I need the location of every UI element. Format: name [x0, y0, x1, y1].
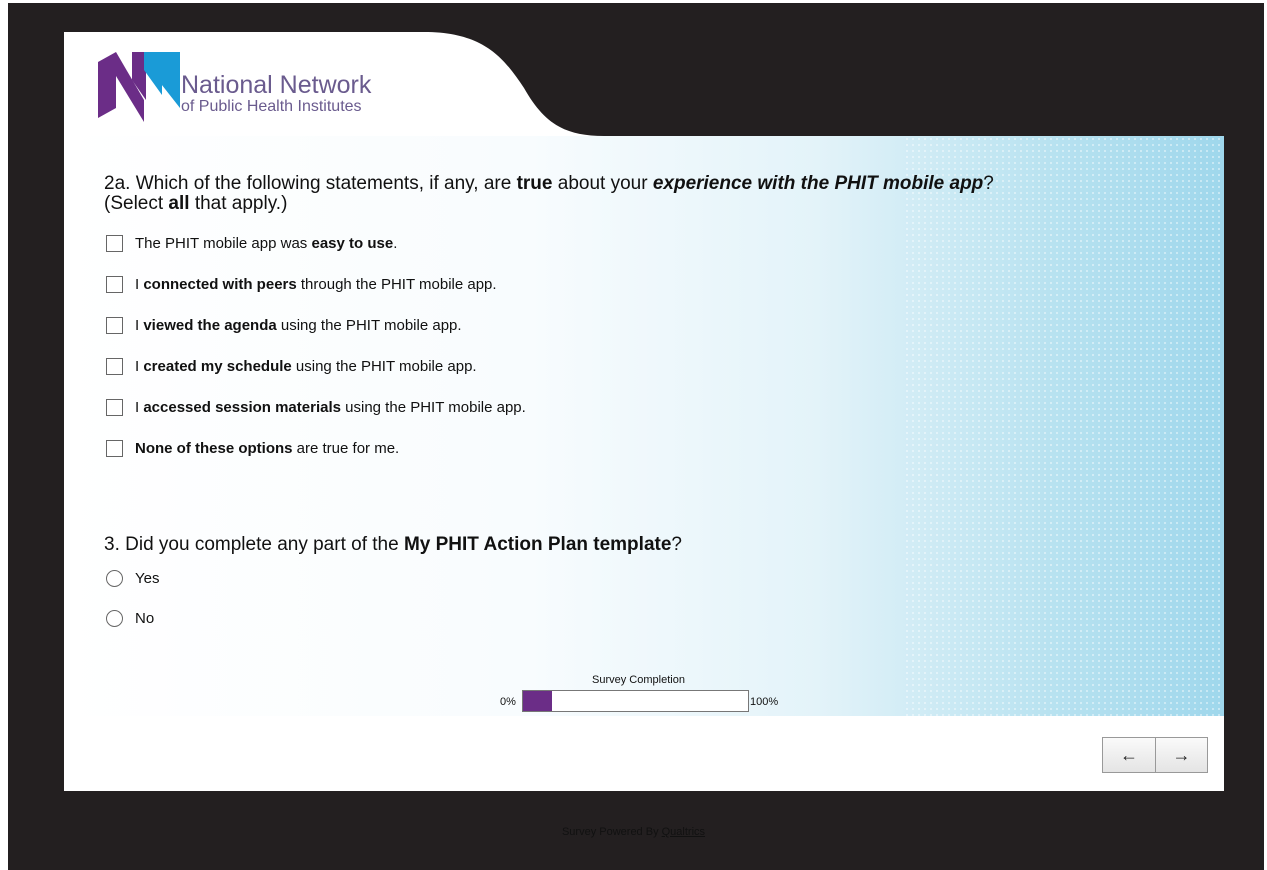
window-edge-left — [0, 0, 8, 870]
powered-by-footer: Survey Powered By Qualtrics — [0, 826, 1267, 838]
radio-button[interactable] — [106, 609, 123, 627]
question-3-text: 3. Did you complete any part of the My P… — [104, 535, 682, 555]
nav-button-group: ← → — [1102, 737, 1208, 773]
checkbox[interactable] — [106, 275, 123, 293]
progress-fill — [523, 691, 553, 711]
nnphi-logo: National Network of Public Health Instit… — [96, 50, 436, 130]
q2a-text-part: ? — [983, 173, 994, 194]
q2a-option-accessed-materials[interactable]: I accessed session materials using the P… — [106, 397, 526, 417]
progress-min-label: 0% — [500, 696, 516, 708]
qualtrics-link[interactable]: Qualtrics — [662, 826, 705, 838]
q3-option-no[interactable]: No — [106, 608, 154, 628]
checkbox[interactable] — [106, 398, 123, 416]
q2a-option-none[interactable]: None of these options are true for me. — [106, 438, 399, 458]
option-label: No — [135, 609, 155, 627]
q2a-text-bold: true — [516, 173, 553, 194]
q3-text-part: 3. Did you complete any part of the — [104, 534, 404, 555]
q2a-option-easy-to-use[interactable]: The PHIT mobile app was easy to use. — [106, 233, 397, 253]
nnphi-logo-text: National Network of Public Health Instit… — [181, 72, 371, 116]
q2a-instruction-part: that apply.) — [189, 193, 288, 214]
q3-option-yes[interactable]: Yes — [106, 568, 159, 588]
option-label: I created my schedule using the PHIT mob… — [135, 357, 477, 375]
checkbox[interactable] — [106, 316, 123, 334]
q2a-text-emphasis: experience with the PHIT mobile app — [652, 173, 984, 194]
next-button[interactable]: → — [1155, 738, 1207, 772]
checkbox[interactable] — [106, 439, 123, 457]
checkbox[interactable] — [106, 234, 123, 252]
progress-label: Survey Completion — [592, 674, 685, 686]
q2a-instruction-bold: all — [168, 193, 190, 214]
q2a-option-connected-with-peers[interactable]: I connected with peers through the PHIT … — [106, 274, 497, 294]
q2a-text-part: 2a. Which of the following statements, i… — [104, 173, 517, 194]
q2a-option-viewed-agenda[interactable]: I viewed the agenda using the PHIT mobil… — [106, 315, 462, 335]
option-label: I viewed the agenda using the PHIT mobil… — [135, 316, 462, 334]
progress-bar — [522, 690, 749, 712]
survey-header: National Network of Public Health Instit… — [64, 28, 1224, 136]
window-edge-top — [0, 0, 1267, 3]
option-label: The PHIT mobile app was easy to use. — [135, 234, 398, 252]
q2a-text-part: about your — [552, 173, 653, 194]
option-label: None of these options are true for me. — [135, 439, 400, 457]
navigation-area: ← → — [64, 716, 1224, 791]
question-2a-text: 2a. Which of the following statements, i… — [104, 174, 1184, 214]
decorative-pattern — [904, 136, 1224, 716]
q3-text-part: ? — [671, 534, 682, 555]
q2a-instruction-part: (Select — [104, 193, 169, 214]
progress-max-label: 100% — [750, 696, 779, 708]
survey-body: 2a. Which of the following statements, i… — [64, 136, 1224, 716]
q2a-option-created-schedule[interactable]: I created my schedule using the PHIT mob… — [106, 356, 477, 376]
option-label: Yes — [135, 569, 160, 587]
q3-text-bold: My PHIT Action Plan template — [403, 534, 672, 555]
logo-name-line2: of Public Health Institutes — [181, 98, 362, 115]
option-label: I accessed session materials using the P… — [135, 398, 526, 416]
radio-button[interactable] — [106, 569, 123, 587]
footer-text: Survey Powered By — [561, 826, 662, 838]
logo-name-line1: National Network — [181, 71, 372, 99]
survey-progress: Survey Completion 0% 100% — [500, 672, 820, 716]
checkbox[interactable] — [106, 357, 123, 375]
back-button[interactable]: ← — [1103, 738, 1155, 772]
option-label: I connected with peers through the PHIT … — [135, 275, 497, 293]
